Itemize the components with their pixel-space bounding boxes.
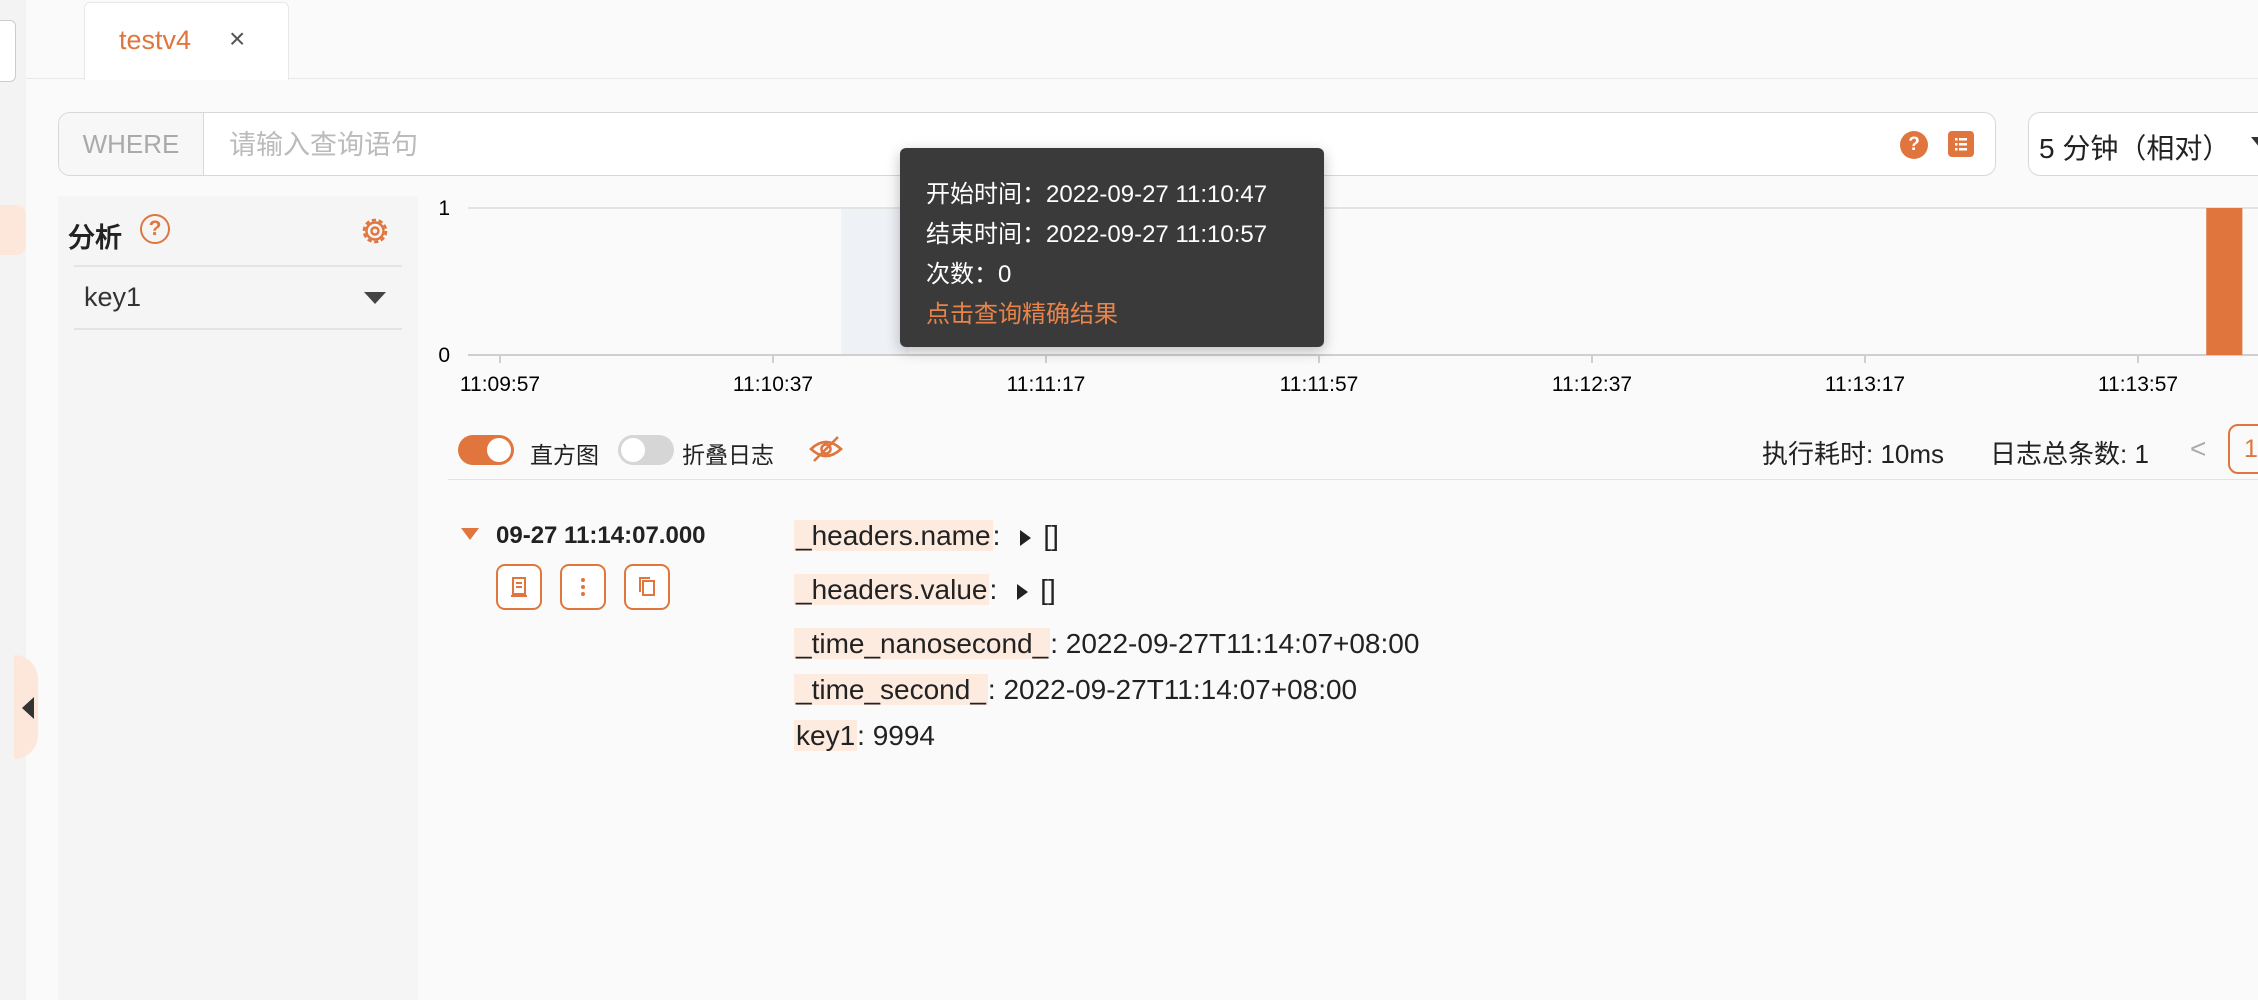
page-number: 1: [2244, 435, 2258, 463]
histogram-bar: [2206, 208, 2243, 355]
close-icon[interactable]: ×: [229, 23, 245, 55]
time-range-value: 5 分钟（相对）: [2039, 133, 2231, 164]
tooltip-count: 次数：0: [926, 261, 1012, 288]
log-copy-button[interactable]: [624, 564, 670, 610]
histogram-label: 直方图: [530, 442, 599, 468]
x-tick-label: 11:13:17: [1825, 373, 1905, 396]
controls-divider: [448, 479, 2258, 480]
tooltip-end-time: 结束时间：2022-09-27 11:10:57: [926, 221, 1268, 248]
log-field-key[interactable]: key1: [794, 720, 858, 751]
log-field-row: _headers.value:[]: [794, 574, 1056, 605]
pager-current-page[interactable]: 1: [2228, 424, 2258, 474]
fold-log-toggle[interactable]: [618, 435, 674, 465]
y-tick-label: 0: [438, 344, 450, 367]
x-tick-label: 11:11:17: [1007, 373, 1086, 396]
x-tick-label: 11:11:57: [1280, 373, 1359, 396]
toggle-knob: [621, 438, 645, 462]
log-field-row: key1: 9994: [794, 720, 936, 751]
histogram-toggle[interactable]: [458, 435, 514, 465]
time-range-select[interactable]: 5 分钟（相对）: [2028, 112, 2258, 176]
rail-active-item[interactable]: [0, 205, 26, 255]
analysis-field-select[interactable]: key1: [74, 268, 402, 330]
log-detail-button[interactable]: [496, 564, 542, 610]
where-label: WHERE: [59, 113, 204, 175]
histogram-tooltip: 开始时间：2022-09-27 11:10:47 结束时间：2022-09-27…: [900, 148, 1324, 347]
analysis-title: 分析: [68, 223, 122, 253]
log-timestamp: 09-27 11:14:07.000: [496, 522, 706, 549]
x-tick-label: 11:13:57: [2098, 373, 2178, 396]
tooltip-start-time: 开始时间：2022-09-27 11:10:47: [926, 181, 1268, 208]
query-history-icon[interactable]: [1948, 131, 1974, 157]
pager-prev-button[interactable]: <: [2190, 433, 2206, 465]
y-tick-label: 1: [438, 197, 450, 220]
log-field-row: _headers.name:[]: [794, 520, 1059, 551]
tooltip-exact-query-link[interactable]: 点击查询精确结果: [926, 294, 1118, 329]
panel-divider: [74, 265, 402, 267]
log-field-value: []: [1043, 520, 1059, 551]
x-tick-label: 11:09:57: [460, 373, 540, 396]
log-more-button[interactable]: [560, 564, 606, 610]
log-field-value: []: [1040, 574, 1056, 605]
x-tick-label: 11:12:37: [1552, 373, 1632, 396]
log-total-count: 日志总条数: 1: [1990, 439, 2149, 469]
log-field-value: 9994: [872, 720, 936, 751]
tab-testv4[interactable]: testv4 ×: [84, 2, 289, 80]
gear-icon[interactable]: [358, 214, 392, 248]
eye-off-icon[interactable]: [808, 434, 844, 464]
exec-time: 执行耗时: 10ms: [1762, 439, 1945, 469]
list-icon: [1955, 138, 1967, 151]
tab-bar: testv4 ×: [26, 0, 2258, 80]
x-tick-label: 11:10:37: [733, 373, 813, 396]
rail-nav-box[interactable]: [0, 20, 16, 82]
analysis-help-icon[interactable]: ?: [140, 214, 170, 244]
tab-title: testv4: [119, 25, 192, 55]
log-field-key[interactable]: _time_nanosecond_: [794, 628, 1051, 659]
query-help-icon[interactable]: ?: [1900, 131, 1928, 159]
log-field-value: 2022-09-27T11:14:07+08:00: [1065, 628, 1420, 659]
log-field-key[interactable]: _headers.name: [794, 520, 993, 551]
histogram-chart[interactable]: 1 0 11:09:57 11:10:37 11:11:17 11:11:57 11:12:…: [420, 190, 2258, 410]
caret-down-icon: [364, 292, 386, 304]
toggle-knob: [487, 438, 511, 462]
fold-log-label: 折叠日志: [682, 442, 774, 468]
analysis-panel: 分析 ? key1: [58, 196, 418, 1000]
copy-icon: [639, 577, 655, 596]
chevron-left-icon: [22, 697, 34, 719]
log-field-key[interactable]: _headers.value: [794, 574, 990, 605]
log-field-value: 2022-09-27T11:14:07+08:00: [1003, 674, 1358, 705]
log-expand-caret-icon[interactable]: [461, 528, 479, 540]
log-field-row: _time_nanosecond_: 2022-09-27T11:14:07+0…: [794, 628, 1420, 659]
analysis-field-value: key1: [84, 282, 142, 312]
left-rail: [0, 0, 26, 1000]
log-field-row: _time_second_: 2022-09-27T11:14:07+08:00: [794, 674, 1358, 705]
document-icon: [511, 577, 527, 597]
expand-caret-icon[interactable]: [1017, 583, 1029, 600]
expand-caret-icon[interactable]: [1020, 529, 1032, 546]
log-field-key[interactable]: _time_second_: [794, 674, 988, 705]
more-vertical-icon: [581, 578, 585, 596]
chevron-down-icon: [2251, 137, 2258, 148]
